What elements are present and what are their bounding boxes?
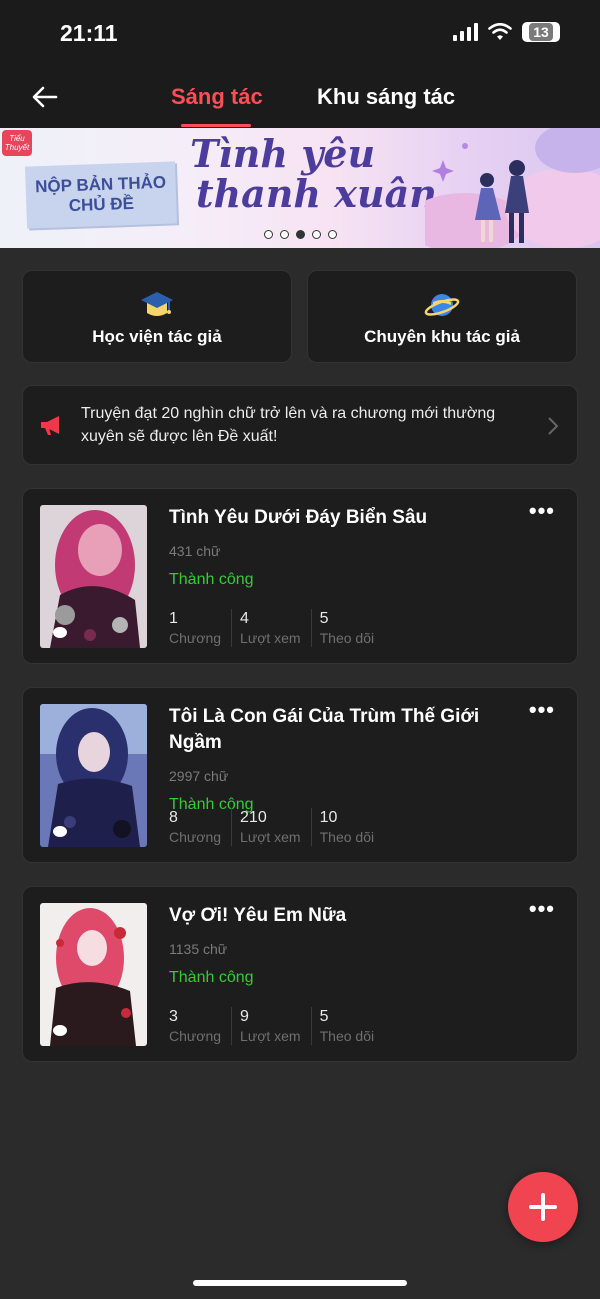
top-bar: 21:11 13 Sáng tác Khu sáng tác bbox=[0, 0, 600, 128]
stat-views: 9 Lượt xem bbox=[231, 1007, 311, 1045]
pagination-dot-active[interactable] bbox=[296, 230, 305, 239]
story-status: Thành công bbox=[169, 969, 254, 986]
tab-khu-sang-tac[interactable]: Khu sáng tác bbox=[317, 84, 455, 110]
recommendation-notice[interactable]: Truyện đạt 20 nghìn chữ trở lên và ra ch… bbox=[22, 385, 578, 465]
story-status: Thành công bbox=[169, 571, 254, 588]
banner-badge: Tiểu Thuyết bbox=[2, 130, 32, 156]
story-card[interactable]: Tôi Là Con Gái Của Trùm Thế Giới Ngầm ••… bbox=[22, 687, 578, 863]
chapters-value: 1 bbox=[169, 610, 178, 627]
more-options-icon[interactable]: ••• bbox=[529, 699, 555, 721]
banner-title: Tình yêu thanh xuân bbox=[190, 134, 437, 214]
pagination-dot[interactable] bbox=[328, 230, 337, 239]
story-title: Tình Yêu Dưới Đáy Biển Sâu bbox=[169, 507, 428, 528]
banner-pagination[interactable] bbox=[264, 230, 337, 239]
stat-views: 4 Lượt xem bbox=[231, 609, 311, 647]
promo-banner[interactable]: Tiểu Thuyết NỘP BẢN THẢO CHỦ ĐỀ Tình yêu… bbox=[0, 128, 600, 248]
create-story-button[interactable] bbox=[508, 1172, 578, 1242]
battery-level: 13 bbox=[529, 23, 553, 41]
chapters-value: 8 bbox=[169, 809, 178, 826]
stat-chapters: 3 Chương bbox=[169, 1007, 231, 1045]
graduation-cap-icon bbox=[141, 292, 173, 316]
stat-views: 210 Lượt xem bbox=[231, 808, 311, 846]
banner-submit-label: NỘP BẢN THẢO CHỦ ĐỀ bbox=[24, 161, 178, 229]
pagination-dot[interactable] bbox=[312, 230, 321, 239]
planet-icon bbox=[424, 294, 460, 316]
views-label: Lượt xem bbox=[240, 829, 301, 845]
cellular-signal-icon bbox=[453, 23, 478, 41]
stat-follows: 5 Theo dõi bbox=[310, 1007, 384, 1045]
banner-title-line1: Tình yêu bbox=[190, 131, 376, 176]
plus-icon bbox=[529, 1193, 557, 1221]
tab-sang-tac[interactable]: Sáng tác bbox=[171, 84, 263, 110]
wifi-icon bbox=[488, 23, 512, 40]
story-stats: 3 Chương 9 Lượt xem 5 Theo dõi bbox=[169, 1007, 384, 1045]
stat-chapters: 8 Chương bbox=[169, 808, 231, 846]
more-options-icon[interactable]: ••• bbox=[529, 898, 555, 920]
story-title: Vợ Ơi! Yêu Em Nữa bbox=[169, 905, 347, 926]
views-value: 4 bbox=[240, 610, 249, 627]
follows-value: 5 bbox=[319, 1008, 329, 1025]
follows-label: Theo dõi bbox=[319, 829, 375, 845]
story-word-count: 2997 chữ bbox=[169, 768, 229, 784]
pagination-dot[interactable] bbox=[264, 230, 273, 239]
megaphone-icon bbox=[41, 416, 59, 435]
follows-value: 5 bbox=[319, 610, 329, 627]
status-time: 21:11 bbox=[60, 20, 118, 46]
author-academy-label: Học viện tác giả bbox=[92, 327, 222, 346]
follows-value: 10 bbox=[319, 809, 338, 826]
views-value: 210 bbox=[240, 809, 267, 826]
active-tab-indicator bbox=[181, 124, 251, 127]
banner-submit-line2: CHỦ ĐỀ bbox=[68, 193, 135, 216]
comment-bubble-icon bbox=[53, 1025, 67, 1036]
story-stats: 8 Chương 210 Lượt xem 10 Theo dõi bbox=[169, 808, 384, 846]
comment-bubble-icon bbox=[53, 627, 67, 638]
story-card[interactable]: Tình Yêu Dưới Đáy Biển Sâu ••• 431 chữ T… bbox=[22, 488, 578, 664]
back-arrow-icon[interactable] bbox=[30, 82, 60, 112]
story-word-count: 431 chữ bbox=[169, 543, 221, 559]
story-title: Tôi Là Con Gái Của Trùm Thế Giới Ngầm bbox=[169, 706, 480, 753]
author-zone-button[interactable]: Chuyên khu tác giả bbox=[307, 270, 577, 363]
stat-chapters: 1 Chương bbox=[169, 609, 231, 647]
chevron-right-icon bbox=[548, 417, 559, 435]
notice-text: Truyện đạt 20 nghìn chữ trở lên và ra ch… bbox=[81, 405, 496, 445]
chapters-label: Chương bbox=[169, 630, 222, 646]
banner-submit-line1: NỘP BẢN THẢO bbox=[34, 172, 167, 197]
comment-bubble-icon bbox=[53, 826, 67, 837]
views-label: Lượt xem bbox=[240, 630, 301, 646]
author-zone-label: Chuyên khu tác giả bbox=[364, 327, 520, 346]
stat-follows: 5 Theo dõi bbox=[310, 609, 384, 647]
home-indicator[interactable] bbox=[193, 1280, 407, 1286]
views-value: 9 bbox=[240, 1008, 249, 1025]
stat-follows: 10 Theo dõi bbox=[310, 808, 384, 846]
battery-icon: 13 bbox=[522, 22, 560, 42]
status-icons: 13 bbox=[453, 22, 560, 42]
pagination-dot[interactable] bbox=[280, 230, 289, 239]
story-word-count: 1135 chữ bbox=[169, 941, 228, 957]
story-card[interactable]: Vợ Ơi! Yêu Em Nữa ••• 1135 chữ Thành côn… bbox=[22, 886, 578, 1062]
chapters-label: Chương bbox=[169, 829, 222, 845]
banner-title-line2: thanh xuân bbox=[196, 171, 437, 216]
chapters-label: Chương bbox=[169, 1028, 222, 1044]
story-stats: 1 Chương 4 Lượt xem 5 Theo dõi bbox=[169, 609, 384, 647]
banner-illustration bbox=[425, 128, 600, 248]
author-academy-button[interactable]: Học viện tác giả bbox=[22, 270, 292, 363]
follows-label: Theo dõi bbox=[319, 1028, 375, 1044]
chapters-value: 3 bbox=[169, 1008, 178, 1025]
follows-label: Theo dõi bbox=[319, 630, 375, 646]
views-label: Lượt xem bbox=[240, 1028, 301, 1044]
more-options-icon[interactable]: ••• bbox=[529, 500, 555, 522]
